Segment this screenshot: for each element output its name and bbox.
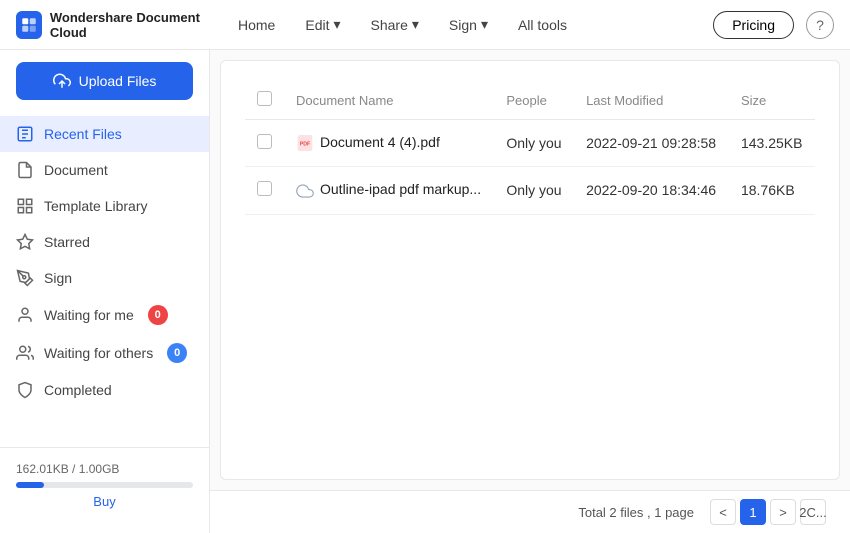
nav-links: Home Edit ▾ Share ▾ Sign ▾ All tools: [226, 10, 713, 39]
sidebar-item-document[interactable]: Document: [0, 152, 209, 188]
prev-page-button[interactable]: <: [710, 499, 736, 525]
buy-button[interactable]: Buy: [16, 494, 193, 509]
chevron-down-icon: ▾: [412, 16, 419, 33]
star-icon: [16, 233, 34, 251]
row-checkbox-0[interactable]: [257, 134, 272, 149]
help-button[interactable]: ?: [806, 11, 834, 39]
file-people: Only you: [494, 167, 574, 214]
cloud-icon: [296, 182, 314, 200]
nav-share[interactable]: Share ▾: [359, 10, 431, 39]
template-library-icon: [16, 197, 34, 215]
waiting-me-badge: 0: [148, 305, 168, 325]
storage-text: 162.01KB / 1.00GB: [16, 462, 119, 476]
total-info: Total 2 files , 1 page: [578, 505, 694, 520]
main-layout: Upload Files Recent Files Document: [0, 50, 850, 533]
logo-text: Wondershare Document Cloud: [50, 10, 226, 40]
last-page-button[interactable]: 2C...: [800, 499, 826, 525]
chevron-down-icon: ▾: [481, 16, 488, 33]
storage-bar-background: [16, 482, 193, 488]
sidebar: Upload Files Recent Files Document: [0, 50, 210, 533]
svg-text:PDF: PDF: [300, 142, 311, 148]
logo-area: Wondershare Document Cloud: [16, 10, 226, 40]
waiting-me-icon: [16, 306, 34, 324]
col-last-modified: Last Modified: [574, 81, 729, 120]
sidebar-bottom: 162.01KB / 1.00GB Buy: [0, 447, 209, 521]
sidebar-item-starred[interactable]: Starred: [0, 224, 209, 260]
table-header-row: Document Name People Last Modified Size: [245, 81, 815, 120]
upload-icon: [53, 72, 71, 90]
file-last-modified: 2022-09-21 09:28:58: [574, 120, 729, 167]
chevron-down-icon: ▾: [333, 16, 340, 33]
row-checkbox-1[interactable]: [257, 181, 272, 196]
document-icon: [16, 161, 34, 179]
pricing-button[interactable]: Pricing: [713, 11, 794, 39]
file-list-panel: Document Name People Last Modified Size …: [220, 60, 840, 480]
recent-files-icon: [16, 125, 34, 143]
nav-edit[interactable]: Edit ▾: [293, 10, 352, 39]
nav-right: Pricing ?: [713, 11, 834, 39]
file-size: 143.25KB: [729, 120, 815, 167]
file-name[interactable]: Outline-ipad pdf markup...: [320, 181, 481, 197]
col-document-name: Document Name: [284, 81, 494, 120]
upload-btn-wrap: Upload Files: [0, 62, 209, 116]
completed-icon: [16, 381, 34, 399]
col-checkbox: [245, 81, 284, 120]
waiting-others-badge: 0: [167, 343, 187, 363]
content-area: Document Name People Last Modified Size …: [210, 50, 850, 533]
select-all-checkbox[interactable]: [257, 91, 272, 106]
file-people: Only you: [494, 120, 574, 167]
col-people: People: [494, 81, 574, 120]
storage-bar-fill: [16, 482, 44, 488]
sidebar-item-sign[interactable]: Sign: [0, 260, 209, 296]
table-row: Outline-ipad pdf markup... Only you2022-0…: [245, 167, 815, 214]
upload-files-button[interactable]: Upload Files: [16, 62, 193, 100]
sidebar-item-waiting-for-others[interactable]: Waiting for others 0: [0, 334, 209, 372]
pagination-buttons: < 1 > 2C...: [710, 499, 826, 525]
logo-icon: [16, 11, 42, 39]
sign-icon: [16, 269, 34, 287]
pdf-icon: PDF: [296, 134, 314, 152]
table-row: PDF Document 4 (4).pdf Only you2022-09-21 …: [245, 120, 815, 167]
nav-sign[interactable]: Sign ▾: [437, 10, 500, 39]
col-size: Size: [729, 81, 815, 120]
file-name[interactable]: Document 4 (4).pdf: [320, 134, 440, 150]
top-navigation: Wondershare Document Cloud Home Edit ▾ S…: [0, 0, 850, 50]
file-table: Document Name People Last Modified Size …: [245, 81, 815, 215]
sidebar-item-waiting-for-me[interactable]: Waiting for me 0: [0, 296, 209, 334]
file-last-modified: 2022-09-20 18:34:46: [574, 167, 729, 214]
pagination-bar: Total 2 files , 1 page < 1 > 2C...: [210, 490, 850, 533]
sidebar-item-template-library[interactable]: Template Library: [0, 188, 209, 224]
nav-all-tools[interactable]: All tools: [506, 11, 579, 39]
sidebar-item-recent-files[interactable]: Recent Files: [0, 116, 209, 152]
next-page-button[interactable]: >: [770, 499, 796, 525]
current-page-button[interactable]: 1: [740, 499, 766, 525]
sidebar-item-completed[interactable]: Completed: [0, 372, 209, 408]
waiting-others-icon: [16, 344, 34, 362]
file-size: 18.76KB: [729, 167, 815, 214]
nav-home[interactable]: Home: [226, 11, 287, 39]
